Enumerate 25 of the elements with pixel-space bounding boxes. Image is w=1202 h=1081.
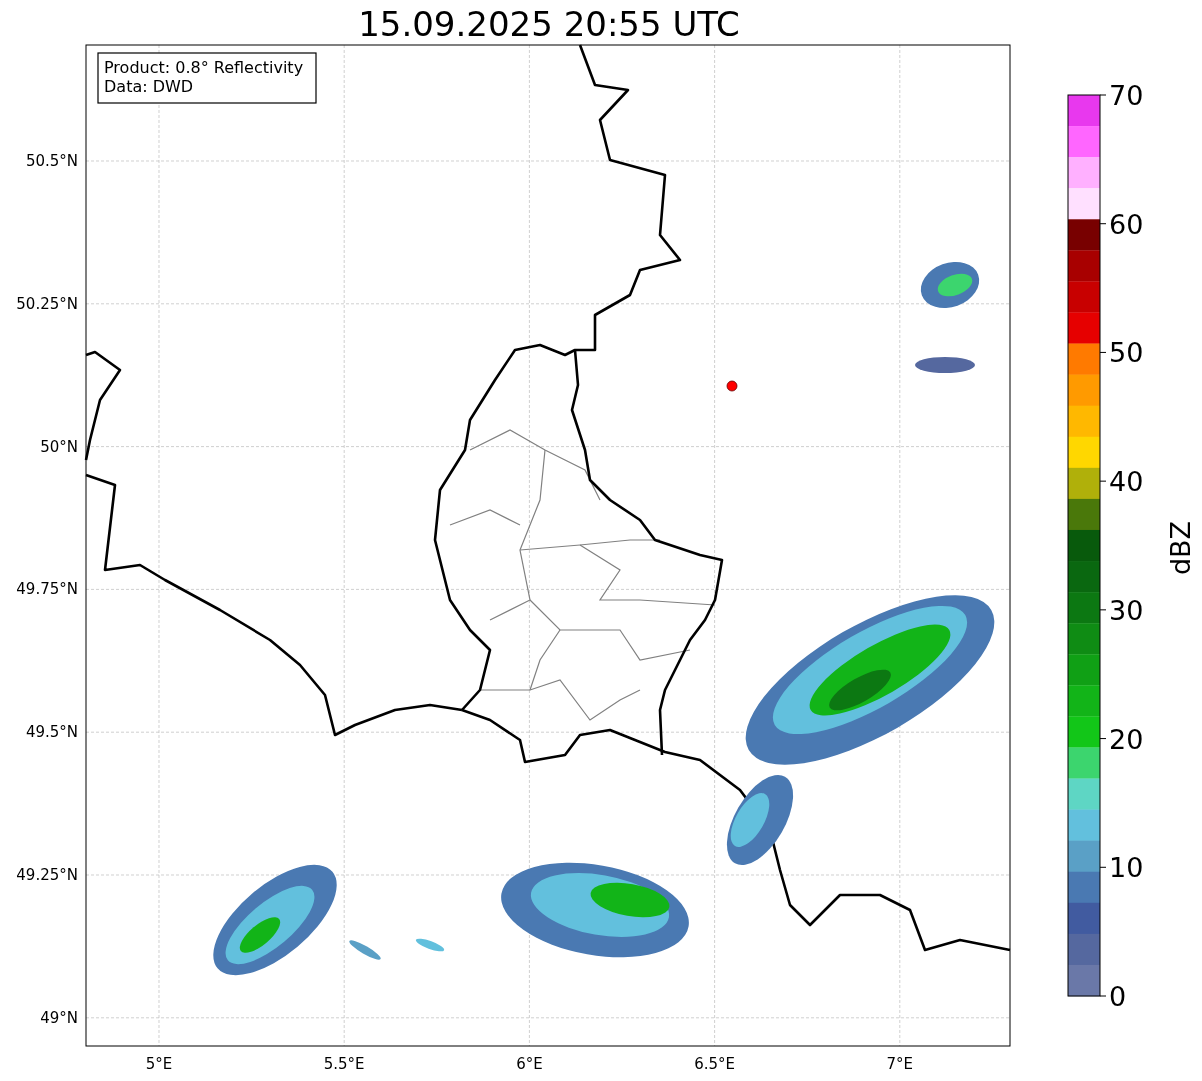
y-tick-label: 49°N — [40, 1008, 78, 1027]
y-tick-label: 50°N — [40, 437, 78, 456]
x-tick-label: 6.5°E — [694, 1055, 735, 1073]
y-tick-label: 50.25°N — [16, 294, 78, 313]
colorbar-tick-label: 70 — [1109, 80, 1144, 111]
y-tick-label: 49.25°N — [16, 866, 78, 884]
legend-text: Data: DWD — [104, 77, 194, 96]
colorbar-tick-label: 20 — [1109, 723, 1144, 755]
chart-title: 15.09.2025 20:55 UTC — [358, 4, 740, 44]
colorbar-tick-label: 60 — [1109, 208, 1144, 240]
x-tick-label: 5.5°E — [323, 1055, 365, 1073]
x-tick-label: 6°E — [516, 1055, 543, 1073]
colorbar-tick-label: 10 — [1109, 852, 1144, 884]
colorbar-tick-label: 30 — [1109, 594, 1144, 626]
x-tick-label: 7°E — [886, 1055, 914, 1073]
y-tick-label: 50.5°N — [25, 152, 78, 170]
y-tick-label: 49.5°N — [25, 723, 78, 742]
colorbar-tick-label: 0 — [1109, 981, 1127, 1012]
x-tick-label: 5°E — [145, 1055, 173, 1073]
legend-text: Product: 0.8° Reflectivity — [104, 58, 304, 77]
location-marker — [726, 380, 738, 392]
y-tick-label: 49.75°N — [16, 580, 78, 599]
colorbar-label: dBZ — [1165, 520, 1196, 576]
colorbar-tick-label: 40 — [1109, 466, 1144, 498]
colorbar-tick-label: 50 — [1109, 337, 1144, 369]
